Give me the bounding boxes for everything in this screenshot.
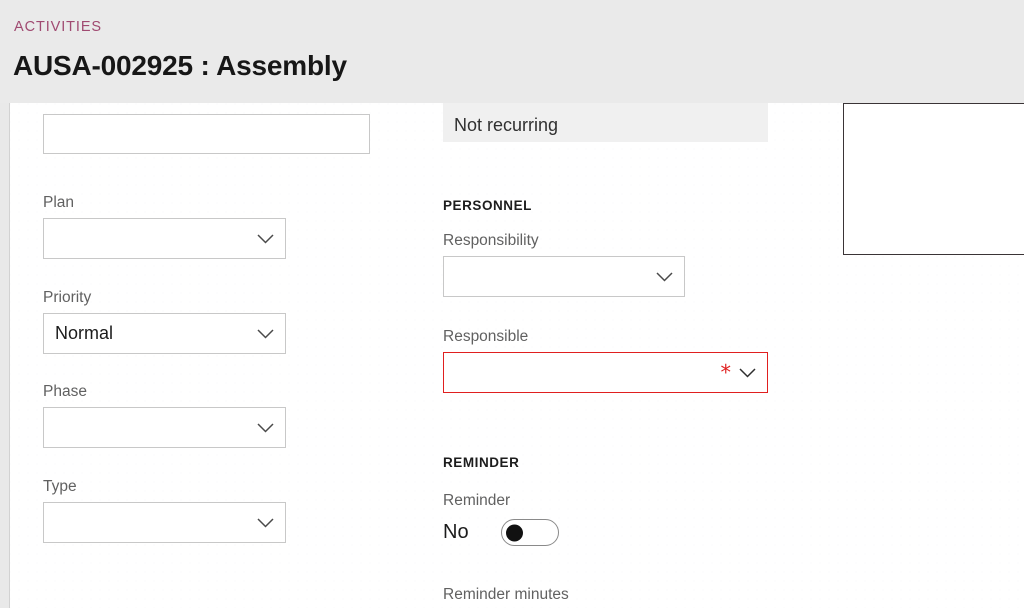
activity-form-screen: ACTIVITIES AUSA-002925 : Assembly Locati… xyxy=(0,0,1024,608)
recurrence-readonly-field: Not recurring xyxy=(443,103,768,142)
field-label-location: Location xyxy=(43,103,370,108)
priority-select[interactable]: Normal xyxy=(43,313,286,354)
field-priority: Priority Normal xyxy=(43,288,286,354)
field-label-phase: Phase xyxy=(43,382,286,401)
reminder-toggle-value: No xyxy=(443,521,501,544)
field-reminder-minutes: Reminder minutes xyxy=(443,585,569,604)
field-phase: Phase xyxy=(43,382,286,448)
required-asterisk-icon: * xyxy=(721,362,732,383)
priority-select-value: Normal xyxy=(55,323,113,344)
chevron-down-icon xyxy=(656,272,673,282)
plan-select[interactable] xyxy=(43,218,286,259)
page-header: ACTIVITIES AUSA-002925 : Assembly xyxy=(0,0,1024,103)
breadcrumb[interactable]: ACTIVITIES xyxy=(14,19,102,35)
section-heading-reminder: REMINDER xyxy=(443,455,519,470)
middle-column: Not recurring PERSONNEL Responsibility R… xyxy=(443,103,783,142)
field-responsibility: Responsibility xyxy=(443,231,685,297)
chevron-down-icon xyxy=(257,329,274,339)
field-label-reminder: Reminder xyxy=(443,491,559,510)
left-gutter-divider xyxy=(9,103,10,608)
toggle-knob xyxy=(506,524,523,541)
field-label-priority: Priority xyxy=(43,288,286,307)
type-select[interactable] xyxy=(43,502,286,543)
field-location: Location xyxy=(43,103,370,154)
chevron-down-icon xyxy=(739,368,756,378)
field-reminder: Reminder No xyxy=(443,491,559,546)
field-label-plan: Plan xyxy=(43,193,286,212)
location-input[interactable] xyxy=(43,114,370,154)
field-label-responsible: Responsible xyxy=(443,327,768,346)
page-title: AUSA-002925 : Assembly xyxy=(13,50,347,82)
reminder-toggle-row: No xyxy=(443,519,559,546)
phase-select[interactable] xyxy=(43,407,286,448)
field-label-responsibility: Responsibility xyxy=(443,231,685,250)
responsible-select[interactable]: * xyxy=(443,352,768,393)
chevron-down-icon xyxy=(257,518,274,528)
field-label-type: Type xyxy=(43,477,286,496)
form-scroll-area: Location Plan Priority Normal xyxy=(0,103,1024,608)
responsibility-select[interactable] xyxy=(443,256,685,297)
recurrence-value: Not recurring xyxy=(454,115,558,136)
side-panel[interactable] xyxy=(843,103,1024,255)
field-label-reminder-minutes: Reminder minutes xyxy=(443,585,569,604)
chevron-down-icon xyxy=(257,423,274,433)
left-gutter xyxy=(0,103,9,608)
chevron-down-icon xyxy=(257,234,274,244)
reminder-toggle-switch[interactable] xyxy=(501,519,559,546)
field-plan: Plan xyxy=(43,193,286,259)
section-heading-personnel: PERSONNEL xyxy=(443,198,532,213)
field-type: Type xyxy=(43,477,286,543)
field-responsible: Responsible * xyxy=(443,327,768,393)
